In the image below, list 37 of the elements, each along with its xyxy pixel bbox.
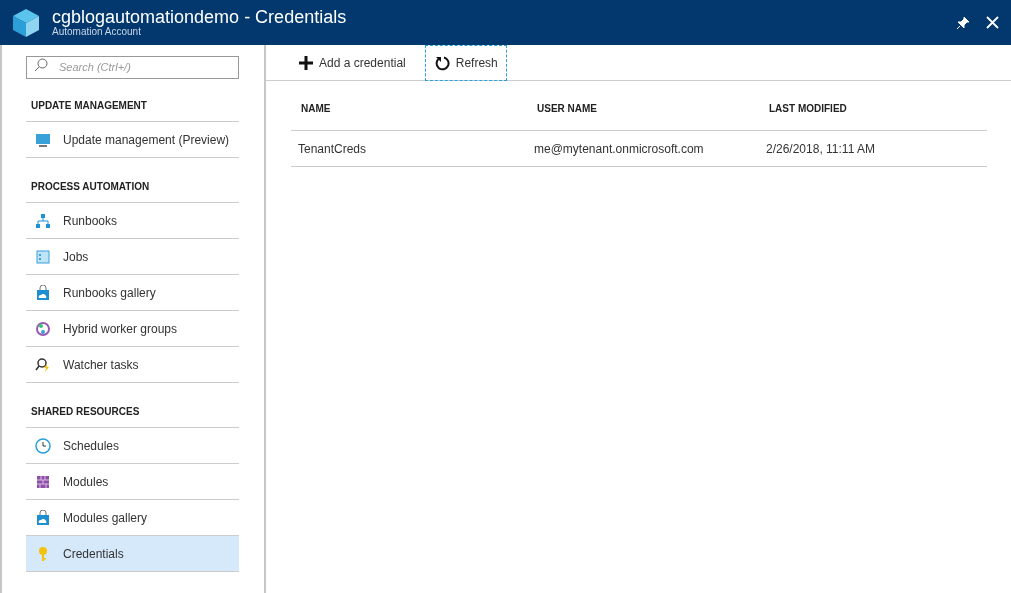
nav-item[interactable]: Schedules bbox=[26, 428, 239, 464]
column-header: USER NAME bbox=[537, 102, 598, 116]
table-cell-text: me@mytenant.onmicrosoft.com bbox=[534, 140, 705, 158]
nav-item[interactable]: Runbooks gallery bbox=[26, 275, 239, 311]
pin-icon[interactable] bbox=[956, 15, 970, 30]
window-title: cgblogautomationdemo - Credentials bbox=[52, 8, 347, 26]
column-header: NAME bbox=[301, 102, 332, 116]
grid-icon bbox=[35, 473, 51, 490]
column-header: LAST MODIFIED bbox=[769, 102, 848, 116]
monitor-icon bbox=[35, 131, 51, 148]
nav-item[interactable]: Update management (Preview) bbox=[26, 122, 239, 158]
clock-icon bbox=[35, 437, 51, 454]
section-heading: SHARED RESOURCES bbox=[26, 404, 239, 428]
table-cell-text: 2/26/2018, 11:11 AM bbox=[766, 140, 876, 158]
nav-item[interactable]: Modules bbox=[26, 464, 239, 500]
section-heading: PROCESS AUTOMATION bbox=[26, 179, 239, 203]
nav-item[interactable]: Runbooks bbox=[26, 203, 239, 239]
section-heading: UPDATE MANAGEMENT bbox=[26, 98, 239, 122]
nav-item[interactable]: Hybrid worker groups bbox=[26, 311, 239, 347]
magnifier-bolt-icon bbox=[35, 356, 51, 373]
search-field[interactable]: Search (Ctrl+/) bbox=[26, 55, 239, 79]
cube-icon bbox=[12, 7, 40, 38]
add-button[interactable]: Add a credential bbox=[290, 44, 415, 81]
nav-item[interactable]: Watcher tasks bbox=[26, 347, 239, 383]
nav-item[interactable]: Credentials bbox=[26, 536, 239, 572]
nav-item[interactable]: Jobs bbox=[26, 239, 239, 275]
search-icon bbox=[34, 58, 48, 72]
refresh-icon bbox=[433, 54, 450, 71]
plus-icon bbox=[299, 55, 313, 70]
table-cell-text: TenantCreds bbox=[298, 140, 368, 158]
list-icon bbox=[35, 248, 51, 265]
hierarchy-icon bbox=[35, 212, 51, 229]
refresh-button[interactable]: Refresh bbox=[424, 44, 507, 81]
close-icon[interactable] bbox=[986, 16, 999, 29]
shopping-bag-icon bbox=[35, 509, 51, 526]
window-subtitle: Automation Account bbox=[52, 27, 141, 37]
shopping-bag-icon bbox=[35, 284, 51, 301]
